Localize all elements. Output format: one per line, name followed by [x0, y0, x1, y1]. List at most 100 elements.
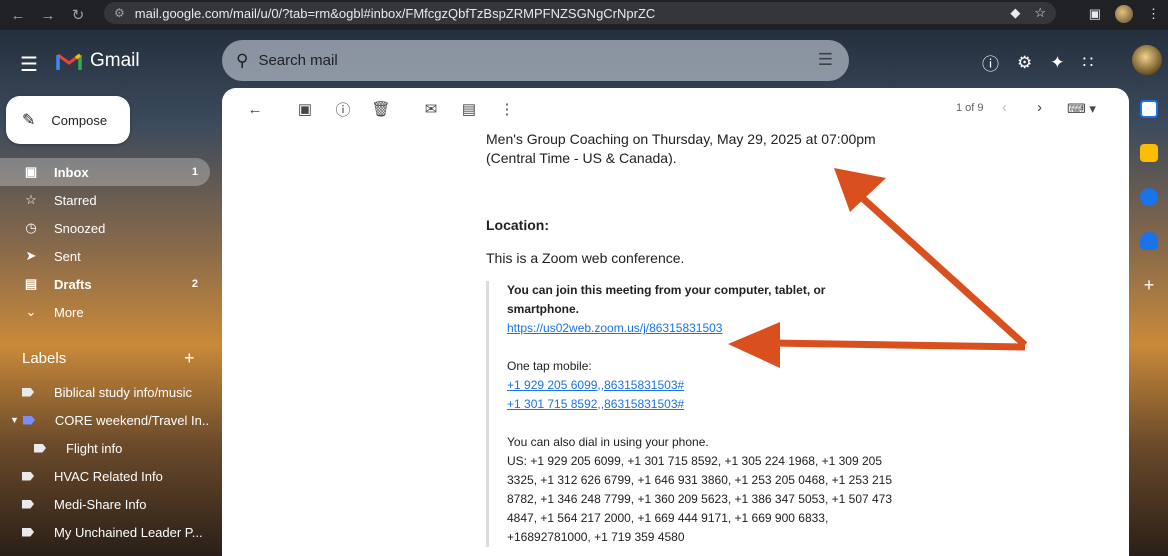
move-to-icon[interactable]: ▤	[450, 100, 488, 118]
more-options-icon[interactable]: ⋮	[488, 100, 526, 118]
pager-text: 1 of 9	[956, 102, 984, 114]
sidebar-item-label: More	[54, 304, 84, 320]
search-bar[interactable]: ⚲ ☰	[222, 40, 849, 81]
label-name: HVAC Related Info	[54, 468, 163, 484]
search-options-icon[interactable]: ☰	[818, 50, 833, 70]
location-text: This is a Zoom web conference.	[486, 250, 685, 266]
address-bar[interactable]: ⚙ mail.google.com/mail/u/0/?tab=rm&ogbl#…	[104, 2, 1056, 24]
apps-grid-icon[interactable]: ∷	[1083, 53, 1094, 73]
reload-icon[interactable]: ↻	[66, 6, 90, 24]
message-panel: ← ▣ ⓘ 🗑 ✉ ▤ ⋮ 1 of 9 ‹ › ⌨ ▾ Men's Group…	[222, 88, 1129, 556]
chevron-down-icon: ⌄	[25, 304, 37, 319]
newer-icon[interactable]: ‹	[1002, 99, 1007, 116]
drafts-count: 2	[191, 278, 198, 290]
back-to-inbox-icon[interactable]: ←	[236, 101, 274, 118]
gmail-m-icon	[56, 51, 82, 71]
draft-icon: ▤	[24, 276, 38, 291]
inbox-icon: ▣	[24, 164, 38, 179]
sidebar-item-label: Snoozed	[54, 220, 106, 236]
one-tap-link-2[interactable]: +1 301 715 8592,,86315831503#	[507, 395, 906, 414]
gemini-sparkle-icon[interactable]: ✦	[1050, 53, 1064, 73]
search-icon[interactable]: ⚲	[236, 51, 248, 71]
labels-list: Biblical study info/music ▼ CORE weekend/…	[0, 378, 210, 546]
label-item[interactable]: HVAC Related Info	[0, 462, 210, 490]
dial-heading: You can also dial in using your phone.	[507, 435, 709, 449]
message-toolbar: ← ▣ ⓘ 🗑 ✉ ▤ ⋮ 1 of 9 ‹ › ⌨ ▾	[222, 88, 1129, 130]
join-text: You can join this meeting from your comp…	[507, 283, 826, 316]
clock-icon: ◷	[25, 220, 37, 235]
expand-caret-icon[interactable]: ▼	[10, 415, 19, 425]
sidebar-item-sent[interactable]: ➤ Sent	[0, 242, 210, 270]
help-icon[interactable]: ⓘ	[982, 50, 999, 75]
label-item[interactable]: My Unchained Leader P...	[0, 518, 210, 546]
label-name: My Unchained Leader P...	[54, 524, 203, 540]
url-text: mail.google.com/mail/u/0/?tab=rm&ogbl#in…	[134, 5, 656, 21]
gmail-logo[interactable]: Gmail	[56, 50, 140, 72]
sidebar-item-label: Inbox	[54, 164, 89, 180]
contacts-icon[interactable]	[1140, 232, 1158, 250]
archive-icon[interactable]: ▣	[286, 100, 324, 118]
location-heading: Location:	[486, 217, 549, 233]
settings-gear-icon[interactable]: ⚙	[1017, 53, 1032, 73]
one-tap-link-1[interactable]: +1 929 205 6099,,86315831503#	[507, 376, 906, 395]
report-spam-icon[interactable]: ⓘ	[324, 99, 362, 120]
label-name: Flight info	[66, 440, 123, 456]
sidebar-item-drafts[interactable]: ▤ Drafts 2	[0, 270, 210, 298]
event-line-2: (Central Time - US & Canada).	[486, 150, 677, 166]
dial-numbers: US: +1 929 205 6099, +1 301 715 8592, +1…	[507, 454, 893, 544]
gmail-wordmark: Gmail	[90, 50, 140, 71]
compose-button[interactable]: ✎ Compose	[6, 96, 130, 144]
label-tag-icon	[22, 415, 35, 425]
tab-search-icon[interactable]: ▣	[1089, 6, 1101, 22]
pencil-icon: ✎	[22, 112, 36, 129]
add-label-icon[interactable]: +	[184, 348, 195, 369]
zoom-join-link[interactable]: https://us02web.zoom.us/j/86315831503	[507, 321, 722, 335]
label-item[interactable]: ▼ CORE weekend/Travel In...	[0, 406, 210, 434]
sidebar-item-inbox[interactable]: ▣ Inbox 1	[0, 158, 210, 186]
email-body: Men's Group Coaching on Thursday, May 29…	[486, 130, 956, 268]
sidebar-item-label: Sent	[54, 248, 81, 264]
get-addons-icon[interactable]: +	[1140, 276, 1158, 294]
star-icon: ☆	[25, 192, 37, 207]
unread-count: 1	[191, 166, 198, 178]
sidebar-nav: ▣ Inbox 1 ☆ Starred ◷ Snoozed ➤ Sent ▤ D…	[0, 158, 210, 326]
input-tools-icon[interactable]: ⌨ ▾	[1067, 101, 1096, 117]
event-line-1: Men's Group Coaching on Thursday, May 29…	[486, 131, 876, 147]
sidebar-item-snoozed[interactable]: ◷ Snoozed	[0, 214, 210, 242]
forward-icon[interactable]: →	[36, 7, 60, 24]
keep-icon[interactable]	[1140, 144, 1158, 162]
delete-icon[interactable]: 🗑	[362, 100, 400, 118]
label-item[interactable]: Biblical study info/music	[0, 378, 210, 406]
account-avatar[interactable]	[1132, 45, 1162, 75]
bookmark-star-icon[interactable]: ☆	[1034, 5, 1046, 21]
sidebar-item-more[interactable]: ⌄ More	[0, 298, 210, 326]
back-icon[interactable]: ←	[6, 7, 30, 24]
label-tag-icon	[22, 499, 34, 509]
browser-profile-avatar[interactable]	[1115, 5, 1133, 23]
search-input[interactable]	[258, 52, 779, 69]
compose-label: Compose	[51, 112, 108, 128]
older-icon[interactable]: ›	[1037, 99, 1042, 116]
label-name: Biblical study info/music	[54, 384, 192, 400]
label-name: CORE weekend/Travel In...	[54, 412, 210, 428]
browser-menu-icon[interactable]: ⋮	[1147, 6, 1160, 22]
label-tag-icon	[34, 443, 46, 453]
label-tag-icon	[22, 387, 34, 397]
sidebar-item-label: Drafts	[54, 276, 92, 292]
extension-icon[interactable]: ◆	[1010, 5, 1020, 21]
main-menu-icon[interactable]: ☰	[20, 52, 38, 77]
label-item[interactable]: Medi-Share Info	[0, 490, 210, 518]
mark-unread-icon[interactable]: ✉	[412, 100, 450, 118]
label-item[interactable]: Flight info	[0, 434, 210, 462]
zoom-details-quote: You can join this meeting from your comp…	[486, 281, 906, 547]
label-tag-icon	[22, 471, 34, 481]
label-name: Medi-Share Info	[54, 496, 147, 512]
site-info-icon[interactable]: ⚙	[114, 6, 125, 20]
tasks-icon[interactable]	[1140, 188, 1158, 206]
sidebar-item-starred[interactable]: ☆ Starred	[0, 186, 210, 214]
one-tap-heading: One tap mobile:	[507, 359, 592, 373]
send-icon: ➤	[25, 248, 37, 263]
calendar-icon[interactable]	[1140, 100, 1158, 118]
sidebar-item-label: Starred	[54, 192, 97, 208]
labels-heading: Labels	[22, 350, 67, 367]
